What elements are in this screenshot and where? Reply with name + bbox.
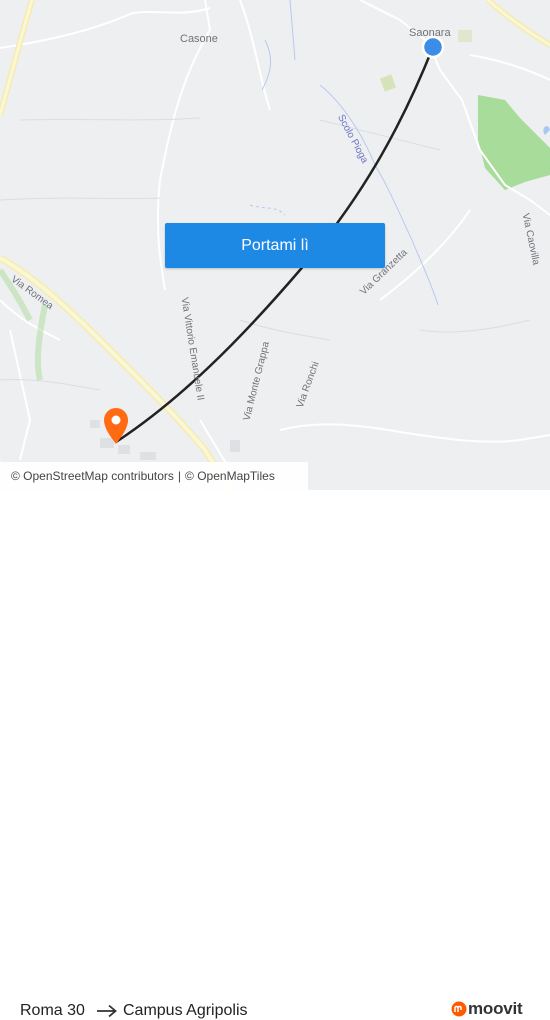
arrow-right-icon <box>97 1004 117 1018</box>
moovit-logo-icon <box>451 1001 467 1017</box>
map-attribution: © OpenStreetMap contributors | © OpenMap… <box>0 462 308 490</box>
osm-attribution-link[interactable]: © OpenStreetMap contributors <box>11 469 174 483</box>
map-canvas[interactable]: Casone Saonara Via Romea Via Vittorio Em… <box>0 0 550 490</box>
park-small-2 <box>458 30 472 42</box>
omt-attribution-link[interactable]: © OpenMapTiles <box>185 469 275 483</box>
take-me-there-button[interactable]: Portami lì <box>165 223 385 268</box>
route-footer: Roma 30 Campus Agripolis moovit <box>0 490 550 1019</box>
place-label-casone: Casone <box>180 33 218 45</box>
attribution-separator: | <box>177 469 182 483</box>
moovit-logo: moovit <box>451 999 523 1019</box>
origin-label: Roma 30 <box>20 1002 85 1019</box>
place-label-saonara: Saonara <box>409 27 451 39</box>
destination-label: Campus Agripolis <box>123 1002 248 1019</box>
moovit-wordmark: moovit <box>468 999 523 1018</box>
origin-marker <box>421 35 445 59</box>
